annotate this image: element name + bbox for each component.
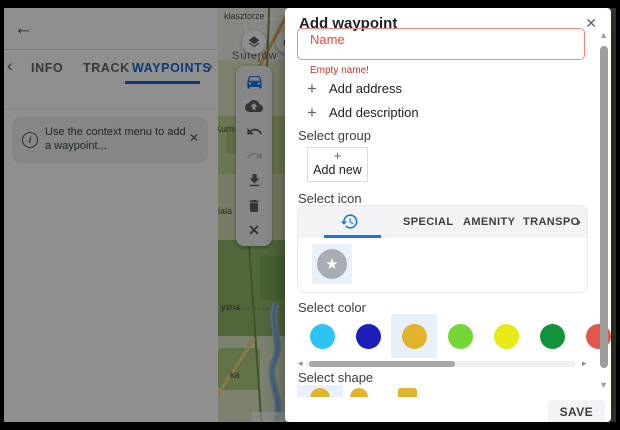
- shape-option-circle[interactable]: [350, 388, 368, 397]
- name-error-text: Empty name!: [310, 65, 369, 76]
- color-option-light-green[interactable]: [437, 314, 483, 358]
- dialog-scroll-up-icon[interactable]: ▲: [599, 30, 608, 40]
- color-picker-row: [299, 314, 599, 358]
- select-icon-label: Select icon: [298, 191, 362, 206]
- select-group-label: Select group: [298, 128, 371, 143]
- circle-shape: [310, 388, 330, 397]
- dialog-close-icon[interactable]: ✕: [583, 13, 599, 34]
- add-address-button[interactable]: + Add address: [307, 79, 507, 97]
- shape-picker-row: [285, 385, 601, 397]
- shape-option-square[interactable]: [398, 388, 417, 397]
- recent-icons-tab[interactable]: [340, 212, 359, 231]
- tabs-more-icon[interactable]: ›: [576, 213, 581, 229]
- color-option-gold-selected[interactable]: [391, 314, 437, 358]
- icon-category-tabs: SPECIAL AMENITY TRANSPORT ›: [298, 206, 587, 238]
- star-icon-option[interactable]: ★: [312, 244, 352, 284]
- tab-amenity[interactable]: AMENITY: [463, 216, 515, 228]
- color-scrollbar-thumb[interactable]: [309, 361, 455, 367]
- name-field-wrapper: [297, 28, 585, 60]
- select-shape-label: Select shape: [298, 370, 373, 385]
- screen: ← ‹ INFO TRACK WAYPOINTS › i Use the con…: [4, 8, 616, 422]
- color-option-yellow[interactable]: [483, 314, 529, 358]
- plus-icon: +: [307, 80, 329, 97]
- active-icon-tab-indicator: [324, 235, 381, 238]
- app-window: { "left_panel": { "back_label": "←", "ta…: [0, 0, 620, 430]
- add-description-button[interactable]: + Add description: [307, 103, 507, 121]
- color-option-navy[interactable]: [345, 314, 391, 358]
- tab-transport[interactable]: TRANSPORT: [523, 216, 579, 228]
- name-input[interactable]: [298, 29, 584, 59]
- plus-icon: +: [308, 148, 367, 163]
- color-option-cyan[interactable]: [299, 314, 345, 358]
- color-swatch: [356, 324, 381, 349]
- color-swatch: [448, 324, 473, 349]
- icon-picker: SPECIAL AMENITY TRANSPORT › ★: [297, 205, 588, 293]
- shape-option-circle-selected[interactable]: [297, 385, 343, 397]
- add-waypoint-dialog: Add waypoint ✕ Empty name! + Add address…: [285, 8, 611, 422]
- color-scroll-right-icon[interactable]: ▸: [582, 358, 587, 369]
- color-swatch: [402, 324, 427, 349]
- star-icon: ★: [317, 249, 347, 279]
- plus-icon: +: [307, 104, 329, 121]
- tab-special[interactable]: SPECIAL: [403, 216, 453, 228]
- select-color-label: Select color: [298, 300, 366, 315]
- dialog-scrollbar-thumb[interactable]: [600, 46, 608, 368]
- add-new-group-button[interactable]: + Add new: [307, 147, 368, 182]
- save-button[interactable]: SAVE: [548, 400, 605, 422]
- color-scroll-left-icon[interactable]: ◂: [298, 358, 303, 369]
- color-swatch: [494, 324, 519, 349]
- color-swatch: [540, 324, 565, 349]
- history-icon: [340, 212, 359, 231]
- color-option-green[interactable]: [529, 314, 575, 358]
- color-swatch: [310, 324, 335, 349]
- dialog-scroll-down-icon[interactable]: ▼: [599, 380, 608, 390]
